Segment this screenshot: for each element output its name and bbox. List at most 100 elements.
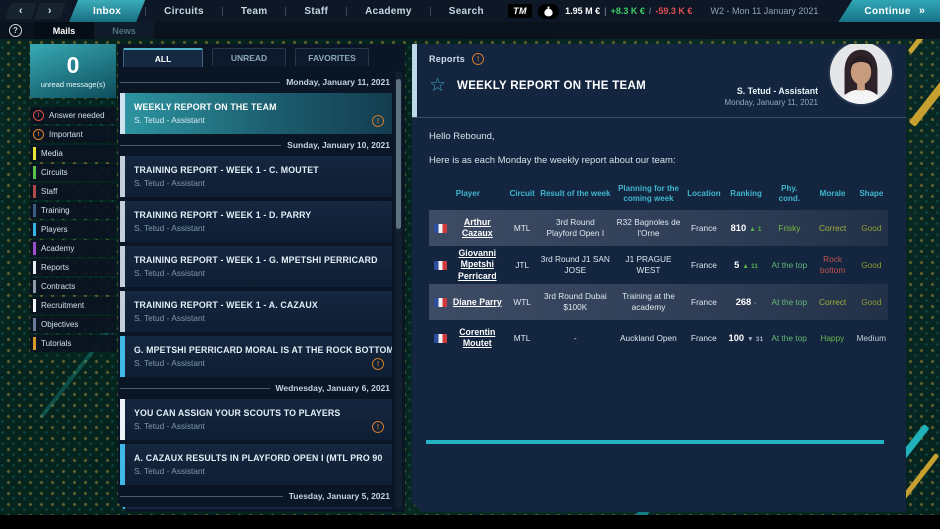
mail-tab-all[interactable]: ALL [123, 48, 203, 67]
favorite-star-icon[interactable]: ☆ [429, 76, 446, 95]
mail-scrollbar[interactable] [395, 71, 402, 508]
report-col-phy-cond: Phy. cond. [768, 184, 810, 204]
mail-subject: WEEKLY REPORT ON THE TEAM [134, 102, 277, 112]
player-name-link[interactable]: Corentin Moutet [450, 327, 505, 350]
unread-label: unread message(s) [41, 80, 106, 89]
player-name-link[interactable]: Giovanni Mpetshi Perricard [450, 248, 505, 282]
nav-tab-team[interactable]: Team [223, 0, 286, 22]
ranking-change: ▲ 11 [742, 263, 758, 270]
morale-cell: Correct [810, 221, 854, 236]
ranking-change: ▲ 1 [749, 226, 761, 233]
sidebar-item-label: Players [41, 225, 68, 234]
sidebar-item-important[interactable]: ! Important [30, 126, 116, 143]
weekly-income: +8.3 K € [611, 6, 645, 16]
mail-item[interactable]: TRAINING REPORT - WEEK 1 - G. MPETSHI PE… [120, 246, 392, 287]
ranking-value: 268 [736, 297, 752, 307]
morale-cell: Happy [810, 331, 854, 346]
sender-info: S. Tetud - Assistant Monday, January 11,… [724, 86, 818, 107]
sidebar-item-reports[interactable]: Reports [30, 259, 116, 276]
category-color-bar [33, 299, 36, 312]
continue-label: Continue [864, 6, 911, 17]
mail-item[interactable]: TRAINING REPORT - WEEK 1 - D. PARRY S. T… [120, 201, 392, 242]
back-button[interactable]: ‹ [5, 3, 36, 19]
report-table-row: Giovanni Mpetshi Perricard JTL 3rd Round… [429, 246, 888, 284]
nav-tab-staff[interactable]: Staff [286, 0, 346, 22]
important-icon: ! [372, 358, 384, 370]
planning-cell: Training at the academy [613, 289, 684, 315]
category-color-bar [33, 280, 36, 293]
mail-list: Monday, January 11, 2021 WEEKLY REPORT O… [120, 71, 392, 509]
ranking-cell: 268- [724, 294, 768, 311]
nav-tab-circuits[interactable]: Circuits [146, 0, 222, 22]
mail-item[interactable]: TRAINING REPORT - WEEK 1 - A. CAZAUX S. … [120, 291, 392, 332]
sidebar-items: ! Answer needed ! Important Media Circui… [30, 107, 116, 352]
sidebar-item-recruitment[interactable]: Recruitment [30, 297, 116, 314]
sidebar-item-players[interactable]: Players [30, 221, 116, 238]
sidebar-item-academy[interactable]: Academy [30, 240, 116, 257]
forward-icon: › [48, 6, 52, 17]
nav-tab-search[interactable]: Search [431, 0, 502, 22]
mail-item[interactable]: G. MPETSHI PERRICARD MORAL IS AT THE ROC… [120, 336, 392, 377]
ranking-change: - [754, 300, 756, 307]
mail-category-bar [120, 444, 125, 485]
mail-scrollbar-thumb[interactable] [396, 79, 401, 229]
mail-item[interactable]: WEEKLY REPORT ON THE TEAM S. Tetud - Ass… [120, 93, 392, 134]
ranking-change: ▼ 31 [747, 336, 763, 343]
nav-tab-academy[interactable]: Academy [347, 0, 430, 22]
category-color-bar [33, 242, 36, 255]
sidebar-item-objectives[interactable]: Objectives [30, 316, 116, 333]
category-color-bar [33, 337, 36, 350]
date-separator: Sunday, January 10, 2021 [120, 139, 390, 151]
app-window: ‹ › InboxCircuitsTeamStaffAcademySearch … [0, 0, 940, 529]
ranking-value: 100 [729, 333, 745, 343]
report-table-row: Corentin Moutet MTL - Auckland Open Fran… [429, 320, 888, 356]
player-name-link[interactable]: Arthur Cazaux [450, 217, 505, 240]
planning-cell: Auckland Open [613, 331, 684, 346]
report-col-player: Player [429, 189, 507, 199]
sidebar-item-tutorials[interactable]: Tutorials [30, 335, 116, 352]
sidebar-item-media[interactable]: Media [30, 145, 116, 162]
location-cell: France [684, 331, 724, 346]
important-icon: ! [372, 421, 384, 433]
important-icon: ! [372, 115, 384, 127]
mail-item[interactable]: A. CAZAUX RESULTS IN PLAYFORD OPEN I (MT… [120, 444, 392, 485]
continue-button[interactable]: Continue » [838, 0, 940, 22]
nav-tab-inbox[interactable]: Inbox [69, 0, 145, 22]
sidebar-item-answer-needed[interactable]: ! Answer needed [30, 107, 116, 124]
report-table: PlayerCircuitResult of the weekPlanning … [429, 178, 888, 356]
tab-news[interactable]: News [94, 22, 154, 39]
sidebar-item-contracts[interactable]: Contracts [30, 278, 116, 295]
date-separator: Monday, January 11, 2021 [120, 76, 390, 88]
ranking-cell: 810▲ 1 [724, 220, 768, 237]
player-name-link[interactable]: Diane Parry [450, 297, 505, 308]
mail-item[interactable]: YOU CAN ASSIGN YOUR SCOUTS TO PLAYERS S.… [120, 399, 392, 440]
sender-name: S. Tetud - Assistant [724, 86, 818, 96]
sidebar-item-staff[interactable]: Staff [30, 183, 116, 200]
mail-tab-favorites[interactable]: FAVORITES [295, 48, 369, 66]
date-separator-label: Tuesday, January 5, 2021 [289, 491, 390, 501]
mail-sender: S. Tetud - Assistant [134, 115, 277, 125]
mail-item[interactable]: TRAINING REPORT - WEEK 1 - C. MOUTET S. … [120, 156, 392, 197]
mail-item[interactable]: D. PARRY RESULTS IN DUBAI $100K (WTL INT… [120, 507, 392, 509]
circuit-cell: MTL [507, 221, 538, 236]
ranking-cell: 5▲ 11 [724, 257, 768, 274]
shape-cell: Good [855, 295, 888, 310]
mail-sender: S. Tetud - Assistant [134, 223, 311, 233]
mail-category-bar [120, 201, 125, 242]
sidebar-item-label: Tutorials [41, 339, 71, 348]
continue-chevrons-icon: » [919, 5, 924, 17]
category-color-bar [33, 223, 36, 236]
date-separator-line [120, 496, 283, 497]
physical-condition-cell: At the top [768, 331, 810, 346]
sidebar-item-training[interactable]: Training [30, 202, 116, 219]
mail-sender: S. Tetud - Assistant [134, 466, 370, 476]
tab-mails[interactable]: Mails [34, 22, 94, 39]
help-icon[interactable]: ? [9, 24, 22, 37]
sidebar-item-circuits[interactable]: Circuits [30, 164, 116, 181]
forward-button[interactable]: › [34, 3, 65, 19]
sidebar-item-label: Academy [41, 244, 74, 253]
sidebar-item-label: Media [41, 149, 63, 158]
report-col-result-of-the-week: Result of the week [538, 189, 613, 199]
mail-tab-unread[interactable]: UNREAD [212, 48, 286, 66]
category-alert-icon: ! [33, 110, 44, 121]
